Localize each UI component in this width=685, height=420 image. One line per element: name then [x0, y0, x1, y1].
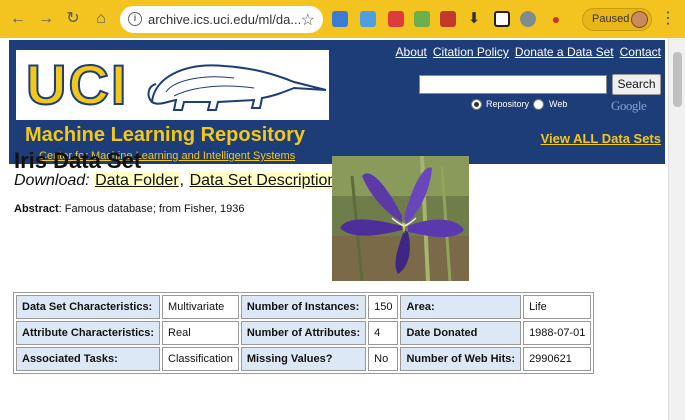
view-all-link[interactable]: View ALL Data Sets [541, 131, 661, 146]
back-icon[interactable]: ← [8, 9, 28, 29]
abstract-text: : Famous database; from Fisher, 1936 [58, 203, 245, 215]
profile-status: Paused [592, 13, 630, 25]
google-logo: Google [611, 98, 647, 113]
table-cell: 2990621 [523, 347, 592, 371]
table-cell-header: Number of Attributes: [240, 321, 367, 345]
extension-drive-icon[interactable] [360, 11, 376, 27]
extension-pdf-icon[interactable] [388, 11, 404, 27]
table-cell-header: Associated Tasks: [16, 347, 161, 371]
data-folder-link[interactable]: Data Folder [94, 172, 180, 189]
table-cell: 1988-07-01 [523, 321, 592, 345]
search-button[interactable]: Search [612, 74, 661, 95]
extension-acrobat-icon[interactable] [440, 11, 456, 27]
table-cell: Life [523, 295, 592, 319]
extension-circle-icon[interactable] [520, 11, 536, 27]
abstract: Abstract: Famous database; from Fisher, … [14, 203, 245, 215]
bell-icon[interactable]: ● [548, 11, 564, 27]
table-cell: Real [162, 321, 239, 345]
table-cell-header: Missing Values? [240, 347, 367, 371]
table-cell-header: Attribute Characteristics: [16, 321, 161, 345]
home-icon[interactable]: ⌂ [91, 9, 111, 29]
donate-link[interactable]: Donate a Data Set [515, 45, 614, 59]
citation-policy-link[interactable]: Citation Policy [433, 45, 509, 59]
radio-web-label: Web [549, 99, 568, 109]
table-cell-header: Date Donated [400, 321, 522, 345]
dataset-info-table: Data Set Characteristics: Multivariate N… [13, 292, 595, 374]
anteater-logo [147, 64, 327, 111]
contact-link[interactable]: Contact [620, 45, 661, 59]
table-cell-header: Data Set Characteristics: [16, 295, 161, 319]
table-cell: 150 [368, 295, 399, 319]
profile-button[interactable]: Paused [582, 8, 652, 31]
about-link[interactable]: About [396, 45, 427, 59]
extension-smile-icon[interactable] [414, 11, 430, 27]
table-cell: Multivariate [162, 295, 239, 319]
table-row: Attribute Characteristics: Real Number o… [16, 321, 592, 345]
table-cell: No [368, 347, 399, 371]
top-links: About Citation Policy Donate a Data Set … [396, 45, 661, 59]
avatar [631, 11, 648, 28]
menu-dots-icon[interactable]: ⋮ [660, 10, 676, 28]
download-row: Download: Data Folder, Data Set Descript… [14, 172, 338, 190]
table-cell: 4 [368, 321, 399, 345]
table-row: Data Set Characteristics: Multivariate N… [16, 295, 592, 319]
qr-code-icon[interactable] [494, 11, 510, 27]
info-icon[interactable]: i [128, 12, 142, 26]
address-bar[interactable]: i archive.ics.uci.edu/ml/da... ☆ [120, 6, 323, 33]
table-cell: Classification [162, 347, 239, 371]
abstract-label: Abstract [14, 203, 59, 215]
table-cell-header: Number of Web Hits: [400, 347, 522, 371]
site-header: UCI Machine Learning Repository Center f… [9, 40, 665, 164]
iris-flower-image [332, 156, 469, 281]
data-description-link[interactable]: Data Set Description [188, 172, 338, 189]
table-row: Associated Tasks: Classification Missing… [16, 347, 592, 371]
dataset-title: Iris Data Set [14, 148, 142, 173]
logo-text: UCI [25, 53, 129, 117]
scrollbar[interactable] [668, 38, 685, 420]
radio-repository[interactable] [471, 99, 482, 110]
download-icon[interactable]: ⬇ [466, 11, 482, 27]
repository-title: Machine Learning Repository [25, 124, 306, 146]
radio-web[interactable] [533, 99, 544, 110]
uci-logo[interactable]: UCI [16, 50, 329, 120]
star-icon[interactable]: ☆ [301, 10, 315, 30]
search-input[interactable] [419, 75, 607, 94]
forward-icon[interactable]: → [36, 9, 56, 29]
radio-repository-label: Repository [486, 99, 530, 109]
url-text[interactable]: archive.ics.uci.edu/ml/da... [148, 12, 301, 27]
download-colon: : [85, 172, 90, 189]
reload-icon[interactable]: ↻ [63, 9, 83, 29]
scrollbar-thumb[interactable] [673, 52, 682, 107]
extension-python-icon[interactable] [332, 11, 348, 27]
download-label: Download [14, 172, 86, 189]
browser-toolbar: ← → ↻ ⌂ i archive.ics.uci.edu/ml/da... ☆… [0, 0, 685, 38]
table-cell-header: Number of Instances: [240, 295, 367, 319]
table-cell-header: Area: [400, 295, 522, 319]
download-separator: , [179, 172, 185, 189]
